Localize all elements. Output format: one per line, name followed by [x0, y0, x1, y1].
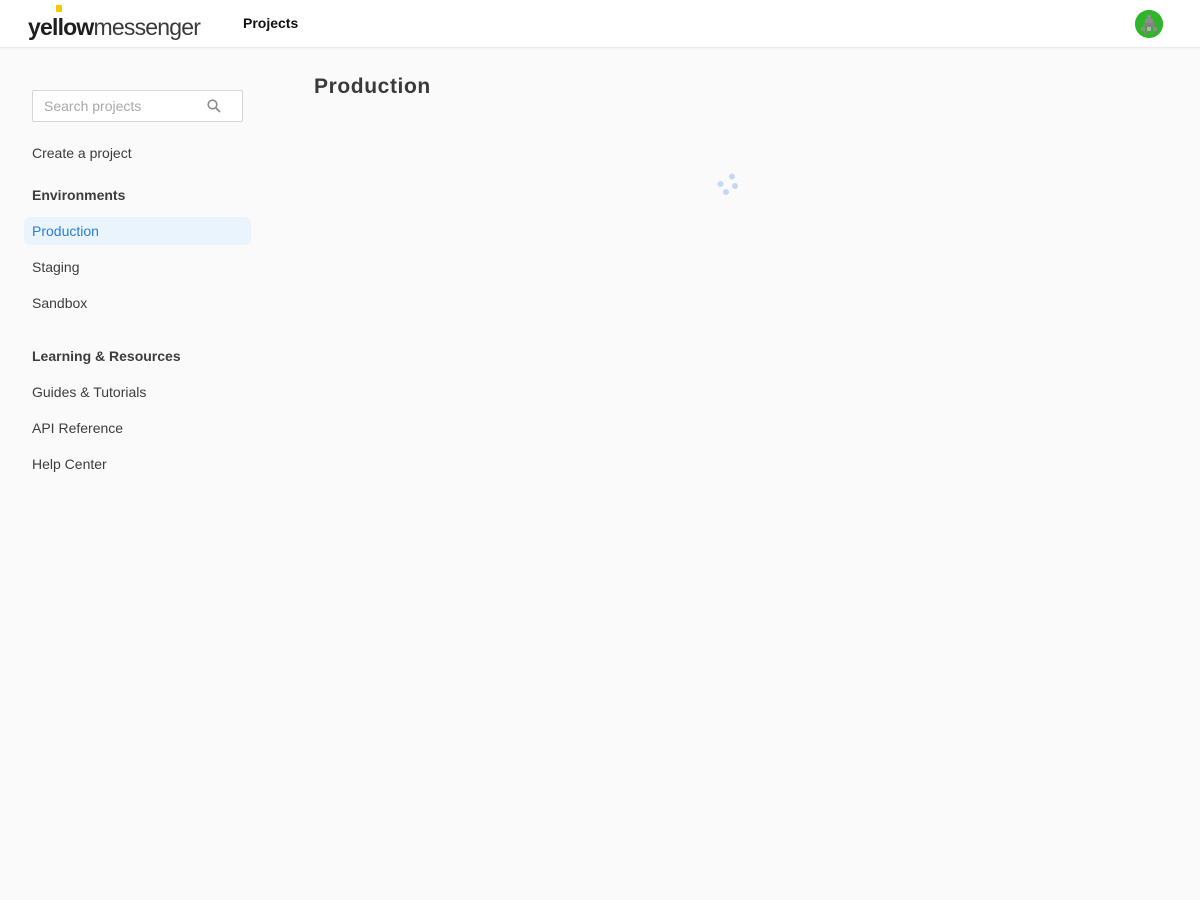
help-center-link[interactable]: Help Center: [32, 456, 107, 472]
api-reference-link[interactable]: API Reference: [32, 420, 123, 436]
sidebar: Create a project Environments Production…: [0, 48, 265, 900]
create-project-link[interactable]: Create a project: [32, 145, 132, 161]
sidebar-item-staging[interactable]: Staging: [24, 253, 251, 281]
logo-text-bold: yellow: [28, 14, 94, 40]
learning-resources-heading: Learning & Resources: [32, 348, 181, 364]
avatar-pattern-icon: [1135, 10, 1163, 38]
logo-text-light: messenger: [93, 14, 201, 40]
user-avatar-icon[interactable]: [1135, 10, 1163, 38]
yellow-messenger-logo[interactable]: yellow messenger: [28, 5, 201, 40]
nav-projects-link[interactable]: Projects: [243, 15, 298, 31]
search-icon[interactable]: [206, 98, 222, 114]
page-title: Production: [314, 75, 431, 98]
top-navigation-bar: yellow messenger Projects: [0, 0, 1200, 48]
search-projects-input[interactable]: [33, 91, 203, 121]
loading-spinner-icon: [717, 173, 738, 195]
sidebar-item-sandbox[interactable]: Sandbox: [24, 289, 251, 317]
sidebar-item-production[interactable]: Production: [24, 217, 251, 245]
logo-accent-mark: [56, 5, 62, 12]
search-projects-box: [32, 90, 243, 122]
environments-heading: Environments: [32, 187, 126, 203]
guides-tutorials-link[interactable]: Guides & Tutorials: [32, 384, 146, 400]
